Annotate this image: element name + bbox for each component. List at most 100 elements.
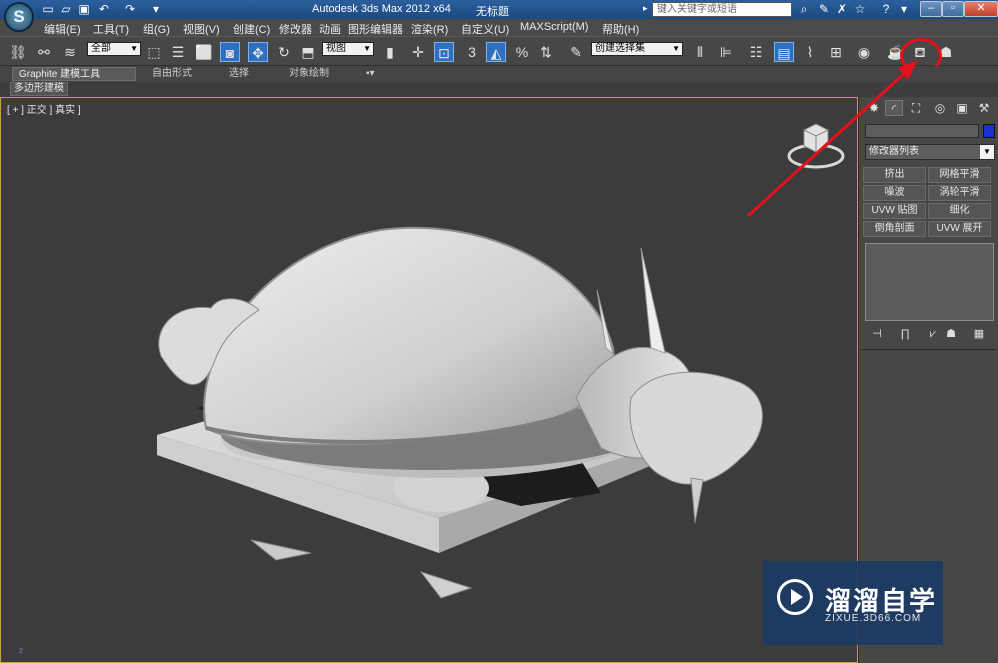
save-file-icon[interactable]: ▣ bbox=[76, 2, 92, 17]
link-icon[interactable]: ⛓ bbox=[8, 42, 28, 62]
search-expand-icon[interactable]: ▸ bbox=[643, 3, 651, 15]
reference-coordinate-value: 视图 bbox=[326, 43, 346, 54]
configure-sets-icon[interactable]: ▦ bbox=[971, 327, 987, 341]
rear-claw bbox=[250, 539, 312, 561]
communication-center-icon[interactable]: ✗ bbox=[834, 2, 850, 17]
unlink-icon[interactable]: ⚯ bbox=[34, 42, 54, 62]
modifier-list-dropdown[interactable]: 修改器列表 ▼ bbox=[865, 144, 995, 160]
help-icon[interactable]: ? bbox=[878, 2, 894, 17]
keyboard-shortcut-override-icon[interactable]: ⊡ bbox=[434, 42, 454, 62]
viewcube-widget[interactable] bbox=[787, 120, 845, 172]
modifier-extrude-button[interactable]: 挤出 bbox=[863, 167, 926, 183]
ribbon-options-icon[interactable]: ▪▾ bbox=[360, 67, 381, 81]
manipulate-icon[interactable]: ✛ bbox=[408, 42, 428, 62]
modifier-meshsmooth-button[interactable]: 网格平滑 bbox=[928, 167, 991, 183]
menu-create[interactable]: 创建(C) bbox=[233, 21, 270, 37]
new-file-icon[interactable]: ▭ bbox=[40, 2, 56, 17]
curve-editor-icon[interactable]: ⌇ bbox=[800, 42, 820, 62]
open-file-icon[interactable]: ▱ bbox=[58, 2, 74, 17]
hierarchy-tab-icon[interactable]: ⛶ bbox=[907, 100, 925, 116]
object-color-swatch[interactable] bbox=[983, 124, 995, 138]
menu-group[interactable]: 组(G) bbox=[143, 21, 170, 37]
app-menu-logo[interactable]: S bbox=[4, 2, 34, 32]
chevron-down-icon: ▼ bbox=[672, 44, 680, 53]
tab-selection[interactable]: 选择 bbox=[223, 67, 255, 81]
utilities-tab-icon[interactable]: ⚒ bbox=[975, 100, 993, 116]
percent-snap-icon[interactable]: % bbox=[512, 42, 532, 62]
tab-polygon-modeling[interactable]: 多边形建模 bbox=[10, 82, 68, 96]
favorites-icon[interactable]: ☆ bbox=[852, 2, 868, 17]
select-and-move-icon[interactable]: ✥ bbox=[248, 42, 268, 62]
menu-graph-editors[interactable]: 图形编辑器 bbox=[348, 21, 403, 37]
selection-region-icon[interactable]: ⬜ bbox=[194, 42, 214, 62]
spinner-snap-icon[interactable]: ⇅ bbox=[536, 42, 556, 62]
layer-manager-icon[interactable]: ☷ bbox=[746, 42, 766, 62]
help-dropdown-icon[interactable]: ▾ bbox=[896, 2, 912, 17]
select-by-name-icon[interactable]: ☰ bbox=[168, 42, 188, 62]
menu-rendering[interactable]: 渲染(R) bbox=[411, 21, 448, 37]
object-name-field[interactable] bbox=[865, 124, 979, 138]
modifier-tessellate-button[interactable]: 细化 bbox=[928, 203, 991, 219]
subscription-icon[interactable]: ✎ bbox=[816, 2, 832, 17]
watermark-url: ZIXUE.3D66.COM bbox=[825, 613, 922, 624]
display-tab-icon[interactable]: ▣ bbox=[953, 100, 971, 116]
select-and-scale-icon[interactable]: ⬒ bbox=[298, 42, 318, 62]
mirror-icon[interactable]: ⫴ bbox=[690, 42, 710, 62]
undo-icon[interactable]: ↶ bbox=[96, 2, 112, 17]
menu-help[interactable]: 帮助(H) bbox=[602, 21, 639, 37]
modifier-turbosmooth-button[interactable]: 涡轮平滑 bbox=[928, 185, 991, 201]
named-selection-dropdown[interactable]: 创建选择集 ▼ bbox=[591, 42, 683, 56]
binoculars-icon[interactable]: ⌕ bbox=[796, 2, 812, 17]
modifier-unwrap-uvw-button[interactable]: UVW 展开 bbox=[928, 221, 991, 237]
menu-animation[interactable]: 动画 bbox=[319, 21, 341, 37]
redo-icon[interactable]: ↷ bbox=[122, 2, 138, 17]
site-watermark: 溜溜自学 ZIXUE.3D66.COM bbox=[763, 561, 943, 645]
tab-freeform[interactable]: 自由形式 bbox=[146, 67, 198, 81]
selection-filter-value: 全部 bbox=[91, 43, 111, 54]
document-name: 无标题 bbox=[476, 6, 509, 18]
menu-customize[interactable]: 自定义(U) bbox=[461, 21, 509, 37]
motion-tab-icon[interactable]: ◎ bbox=[931, 100, 949, 116]
angle-snap-icon[interactable]: ◭ bbox=[486, 42, 506, 62]
menu-maxscript[interactable]: MAXScript(M) bbox=[520, 21, 588, 33]
chevron-down-icon: ▼ bbox=[980, 145, 994, 159]
graphite-toggle-icon[interactable]: ▤ bbox=[774, 42, 794, 62]
pin-stack-icon[interactable]: ⊣ bbox=[869, 327, 885, 341]
chevron-down-icon: ▼ bbox=[130, 44, 138, 53]
edit-named-selection-icon[interactable]: ✎ bbox=[566, 42, 586, 62]
window-crossing-icon[interactable]: ◙ bbox=[220, 42, 240, 62]
selection-filter-dropdown[interactable]: 全部 ▼ bbox=[87, 42, 141, 56]
modifier-stack-list[interactable] bbox=[865, 243, 994, 321]
pivot-center-icon[interactable]: ▮ bbox=[380, 42, 400, 62]
show-end-result-icon[interactable]: ∏ bbox=[897, 327, 913, 341]
turtle-shell bbox=[203, 226, 615, 446]
modifier-uvw-map-button[interactable]: UVW 贴图 bbox=[863, 203, 926, 219]
menu-edit[interactable]: 编辑(E) bbox=[44, 21, 81, 37]
search-input[interactable]: 键入关键字或短语 bbox=[652, 2, 792, 17]
front-claw bbox=[419, 571, 473, 599]
select-object-icon[interactable]: ⬚ bbox=[144, 42, 164, 62]
menu-views[interactable]: 视图(V) bbox=[183, 21, 220, 37]
schematic-view-icon[interactable]: ⊞ bbox=[826, 42, 846, 62]
modifier-noise-button[interactable]: 噪波 bbox=[863, 185, 926, 201]
align-icon[interactable]: ⊫ bbox=[716, 42, 736, 62]
quick-access-dropdown-icon[interactable]: ▾ bbox=[148, 2, 164, 17]
menu-tools[interactable]: 工具(T) bbox=[93, 21, 129, 37]
make-unique-icon[interactable]: ⩗ bbox=[925, 327, 941, 341]
snaps-toggle-icon[interactable]: 3 bbox=[462, 42, 482, 62]
bind-space-warp-icon[interactable]: ≋ bbox=[60, 42, 80, 62]
tab-object-paint[interactable]: 对象绘制 bbox=[283, 67, 335, 81]
tab-graphite-modeling[interactable]: Graphite 建模工具 bbox=[12, 67, 136, 81]
menu-modifiers[interactable]: 修改器 bbox=[279, 21, 312, 37]
minimize-button[interactable]: – bbox=[920, 1, 942, 17]
create-tab-icon[interactable]: ✸ bbox=[865, 100, 883, 116]
select-and-rotate-icon[interactable]: ↻ bbox=[274, 42, 294, 62]
modify-tab-icon[interactable]: ◜ bbox=[885, 100, 903, 116]
material-editor-icon[interactable]: ◉ bbox=[854, 42, 874, 62]
remove-modifier-icon[interactable]: ☗ bbox=[943, 327, 959, 341]
perspective-viewport[interactable]: [ + ] 正交 ] 真实 ] z bbox=[0, 97, 858, 663]
reference-coordinate-dropdown[interactable]: 视图 ▼ bbox=[322, 42, 374, 56]
modifier-bevel-profile-button[interactable]: 倒角剖面 bbox=[863, 221, 926, 237]
maximize-button[interactable]: ▫ bbox=[942, 1, 964, 17]
close-button[interactable]: ✕ bbox=[964, 1, 998, 17]
